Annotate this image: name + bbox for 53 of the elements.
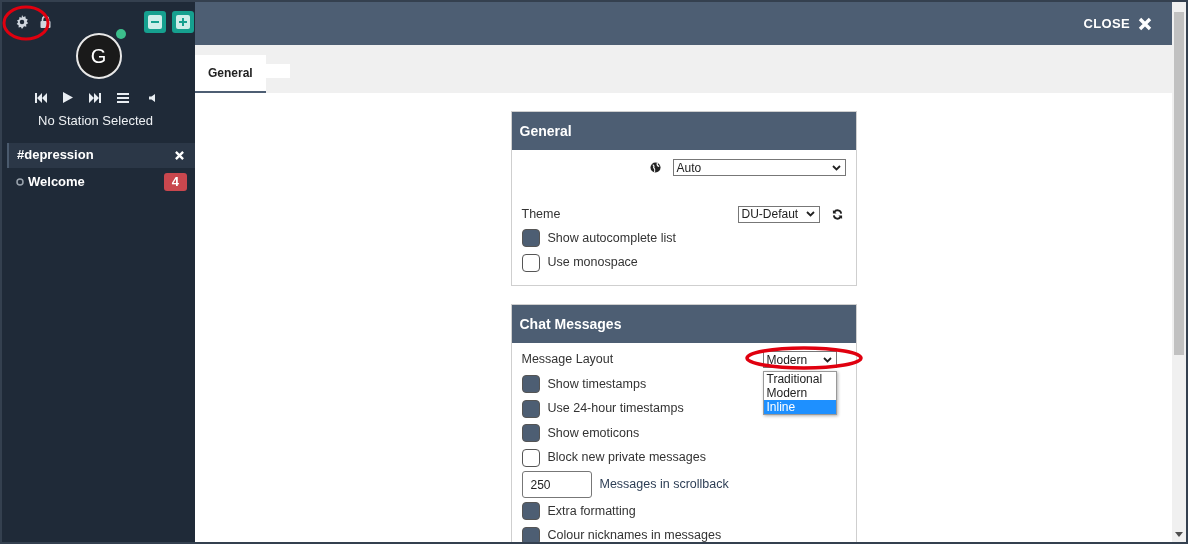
dropdown-option[interactable]: Modern: [763, 386, 836, 400]
chevron-down-icon[interactable]: [831, 164, 841, 171]
scroll-down-icon[interactable]: [1175, 532, 1183, 537]
channel-item[interactable]: #depression: [7, 142, 195, 168]
status-dot-icon[interactable]: [16, 178, 24, 186]
checkbox-label: Use monospace: [547, 254, 638, 272]
checkbox-label: Show emoticons: [547, 424, 640, 442]
list-icon[interactable]: [116, 92, 129, 103]
tab[interactable]: General: [195, 55, 266, 93]
checkbox-label: Extra formatting: [547, 502, 636, 520]
card-title: General: [519, 121, 572, 141]
language-select[interactable]: Auto: [672, 159, 846, 176]
close-icon[interactable]: [175, 150, 184, 160]
checkbox-label: Block new private messages: [547, 449, 706, 467]
scrollbar[interactable]: [1172, 2, 1186, 542]
field-label: Theme: [521, 205, 562, 223]
checkbox-label: Colour nicknames in messages: [547, 527, 722, 542]
globe-icon[interactable]: [649, 162, 661, 173]
unread-badge: 4: [163, 173, 187, 191]
field-label: Messages in scrollback: [599, 476, 729, 494]
dropdown-option[interactable]: Traditional: [763, 372, 836, 386]
channel-name: Welcome: [28, 173, 86, 192]
avatar-letter: G: [90, 44, 107, 69]
settings-icon[interactable]: [15, 15, 29, 29]
close-icon[interactable]: [1138, 16, 1152, 31]
checkbox[interactable]: [521, 375, 540, 394]
checkbox[interactable]: [521, 448, 540, 467]
checkbox-label: Use 24-hour timestamps: [547, 400, 684, 418]
checkbox[interactable]: [521, 399, 540, 418]
play-icon[interactable]: [62, 92, 73, 103]
checkbox-label: Show timestamps: [547, 375, 647, 393]
checkbox[interactable]: [521, 502, 540, 521]
checkbox-label: Show autocomplete list: [547, 229, 677, 247]
dropdown-select[interactable]: DU-Defaut: [737, 205, 820, 223]
next-icon[interactable]: [88, 92, 101, 103]
checkbox[interactable]: [521, 253, 540, 272]
checkbox[interactable]: [521, 229, 540, 248]
field-label: Message Layout: [521, 351, 615, 369]
channel-name: #depression: [17, 146, 95, 165]
checkbox[interactable]: [521, 424, 540, 443]
volume-icon[interactable]: [148, 93, 157, 102]
channel-item[interactable]: Welcome 4: [7, 169, 195, 195]
card-title: Chat Messages: [519, 314, 622, 334]
annotation-ellipse: [2, 4, 50, 42]
close-button[interactable]: CLOSE: [1083, 13, 1152, 34]
station-label: No Station Selected: [37, 112, 154, 130]
checkbox[interactable]: [521, 526, 540, 542]
refresh-icon[interactable]: [831, 208, 843, 220]
chevron-down-icon[interactable]: [822, 356, 832, 363]
number-field[interactable]: 250: [521, 471, 592, 498]
chevron-down-icon[interactable]: [805, 211, 815, 217]
lock-icon[interactable]: [40, 16, 51, 28]
previous-icon[interactable]: [34, 92, 47, 103]
